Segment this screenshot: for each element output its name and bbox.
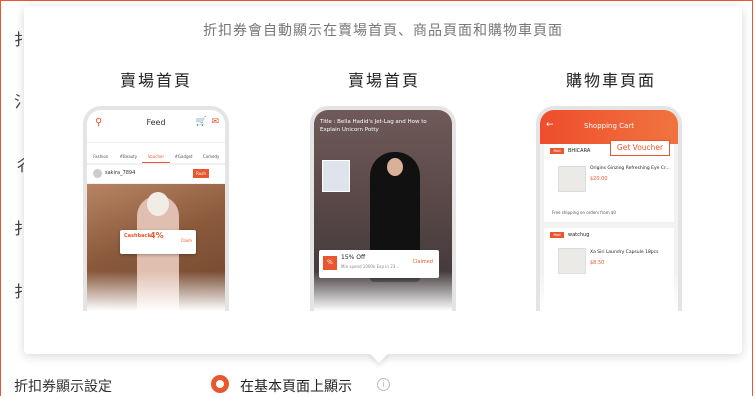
phone-mockup-feed: ⚲ Feed 🛒 ✉ Fashion #Beauty Voucher #Gadg…	[83, 106, 229, 311]
tab-beauty: #Beauty	[119, 154, 138, 159]
voucher-display-popover: 折扣券會自動顯示在賣場首頁、商品頁面和購物車頁面 賣場首頁 賣場首頁 購物車頁面…	[24, 6, 742, 354]
mall-badge: Mall	[550, 148, 564, 154]
voucher-subtitle: Min spend 1000k Exp in 23...	[341, 264, 400, 269]
product-price: $20.00	[590, 176, 608, 182]
phone-fade	[87, 271, 225, 311]
display-on-basic-page-radio[interactable]	[211, 375, 229, 393]
avatar	[93, 169, 102, 178]
get-voucher-button: Get Voucher	[610, 140, 670, 156]
tab-fashion: Fashion	[93, 154, 109, 159]
chat-icon: ✉	[211, 117, 219, 127]
voucher-value: 4%	[150, 231, 164, 240]
video-title: Title : Bella Hadid's Jet-Lag and How to…	[320, 119, 427, 133]
product-name: Xa Siri Laundry Capsule 18pcs	[590, 250, 659, 255]
phone-fade	[540, 271, 678, 311]
feed-header: ⚲ Feed 🛒 ✉	[87, 110, 225, 142]
tab-comedy: Comedy	[202, 154, 220, 159]
phone-fade	[314, 271, 452, 311]
column-title-shop-home: 賣場首頁	[119, 71, 192, 90]
column-title-shop-home-2: 賣場首頁	[347, 71, 420, 90]
popover-caption: 折扣券會自動顯示在賣場首頁、商品頁面和購物車頁面	[203, 23, 563, 39]
post-user-row: sakira_7894 Rush	[87, 165, 225, 183]
display-on-basic-page-label[interactable]: 在基本頁面上顯示	[240, 376, 352, 396]
model-head	[147, 192, 169, 216]
voucher-badge: %	[323, 256, 337, 270]
shop-name: BHICARA	[568, 148, 591, 154]
voucher-status: Claimed	[412, 259, 433, 265]
voucher-label: Cashback	[124, 233, 151, 239]
voucher-display-setting-label: 折扣券顯示設定	[14, 379, 112, 395]
phone-mockup-live: Title : Bella Hadid's Jet-Lag and How to…	[310, 106, 456, 311]
username: sakira_7894	[105, 170, 136, 176]
info-icon[interactable]: i	[377, 378, 390, 391]
feed-tabs: Fashion #Beauty Voucher #Gadget Comedy	[87, 142, 225, 163]
shipping-note: Free shipping on orders from $0	[552, 210, 616, 215]
phone-mockup-cart: ← Shopping Cart Mall BHICARA Origins Gin…	[536, 106, 682, 311]
product-price: $8.50	[590, 260, 605, 266]
voucher-title: 15% Off	[341, 254, 366, 261]
cashback-voucher-card: Cashback 4% Claim	[120, 230, 196, 254]
tab-gadget: #Gadget	[174, 154, 193, 159]
product-thumbnail	[558, 166, 586, 192]
voucher-claim: Claim	[180, 238, 192, 243]
cart-title: Shopping Cart	[584, 122, 634, 130]
column-title-cart: 購物車頁面	[565, 71, 656, 90]
host-face	[387, 158, 403, 176]
shop-name: watchug	[568, 232, 590, 238]
cart-icon: 🛒	[195, 117, 207, 127]
tab-voucher: Voucher	[142, 143, 170, 163]
product-name: Origins Ginzing Refreshing Eye Cr...	[590, 166, 670, 171]
mall-badge: Mall	[550, 232, 564, 238]
follow-button: Rush	[193, 169, 209, 178]
radio-dot	[216, 380, 224, 388]
cart-header: ← Shopping Cart	[540, 110, 678, 144]
product-thumbnail	[322, 160, 350, 192]
